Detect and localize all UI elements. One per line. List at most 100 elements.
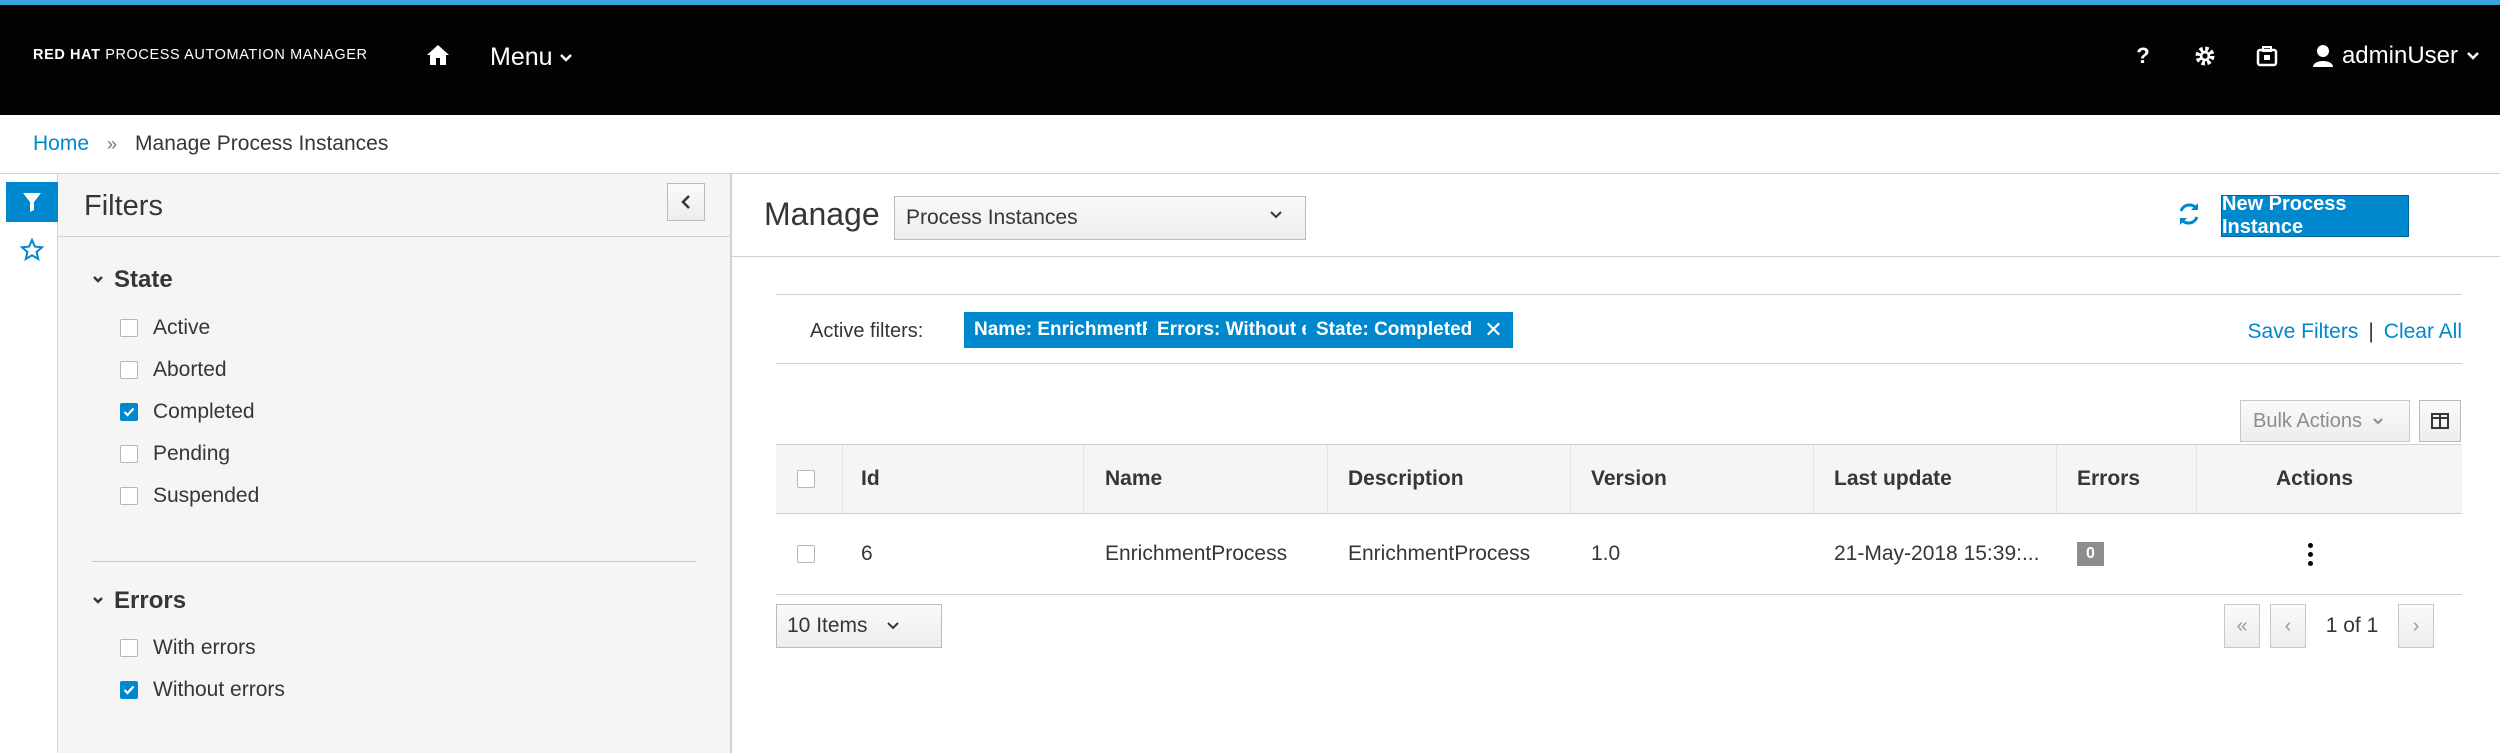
user-menu[interactable]: adminUser: [2312, 42, 2480, 70]
next-page-icon[interactable]: ›: [2398, 604, 2434, 648]
checkbox[interactable]: [120, 361, 138, 379]
columns-icon: [2431, 413, 2449, 429]
filter-icon: [23, 193, 41, 212]
column-header-version[interactable]: Version: [1591, 445, 1667, 513]
breadcrumb-separator: »: [107, 133, 118, 154]
chevron-down-icon: [2373, 418, 2383, 425]
checkbox-checked[interactable]: [120, 403, 138, 421]
bulk-actions-label: Bulk Actions: [2253, 409, 2362, 432]
divider: [732, 256, 2500, 257]
divider: [58, 236, 730, 237]
filter-group-state-toggle[interactable]: State: [92, 266, 173, 294]
checkbox[interactable]: [120, 319, 138, 337]
row-actions-kebab-icon[interactable]: [2308, 514, 2313, 594]
column-picker-button[interactable]: [2419, 400, 2461, 442]
process-instances-table: Id Name Description Version Last update …: [776, 444, 2462, 595]
link-separator: |: [2368, 320, 2374, 343]
items-per-page-select[interactable]: 10 Items: [776, 604, 942, 648]
checkbox-checked[interactable]: [120, 681, 138, 699]
errors-badge: 0: [2077, 542, 2104, 566]
task-inbox-icon[interactable]: [2252, 41, 2282, 71]
help-icon[interactable]: ?: [2128, 41, 2158, 71]
checkbox[interactable]: [120, 445, 138, 463]
page-title: Manage: [764, 196, 880, 232]
checkbox[interactable]: [120, 487, 138, 505]
chevron-down-icon: [93, 597, 103, 604]
column-header-description[interactable]: Description: [1348, 445, 1464, 513]
chevron-down-icon: [1270, 211, 1282, 219]
table-row[interactable]: 6 EnrichmentProcess EnrichmentProcess 1.…: [776, 514, 2462, 595]
filter-option-label: With errors: [153, 636, 256, 659]
view-select-value: Process Instances: [906, 206, 1078, 229]
filter-group-errors-toggle[interactable]: Errors: [92, 587, 186, 615]
select-all-checkbox[interactable]: [797, 445, 815, 513]
chevron-down-icon: [559, 53, 572, 62]
items-per-page-value: 10 Items: [787, 614, 868, 637]
chevron-down-icon: [886, 622, 899, 630]
bulk-actions-dropdown[interactable]: Bulk Actions: [2240, 400, 2410, 442]
filter-option-label: Active: [153, 316, 211, 339]
gear-icon[interactable]: [2190, 41, 2220, 71]
star-icon: [20, 238, 44, 262]
column-header-id[interactable]: Id: [861, 445, 880, 513]
filter-option-active[interactable]: Active: [120, 316, 210, 340]
pagination: « ‹ 1 of 1 ›: [2224, 604, 2434, 648]
breadcrumb-current: Manage Process Instances: [135, 132, 389, 155]
active-filters-bar: Active filters: Name: EnrichmentProcess …: [776, 294, 2462, 364]
top-navbar: RED HAT PROCESS AUTOMATION MANAGER Menu …: [0, 0, 2500, 115]
clear-all-link[interactable]: Clear All: [2384, 320, 2462, 344]
filter-option-aborted[interactable]: Aborted: [120, 358, 227, 382]
filter-option-with-errors[interactable]: With errors: [120, 636, 256, 660]
chevron-down-icon: [2467, 52, 2479, 60]
filter-option-label: Aborted: [153, 358, 227, 381]
column-header-name[interactable]: Name: [1105, 445, 1162, 513]
view-select[interactable]: Process Instances: [894, 196, 1306, 240]
filter-option-completed[interactable]: Completed: [120, 400, 255, 424]
menu-dropdown[interactable]: Menu: [490, 43, 573, 72]
main-content: Manage Process Instances New Process Ins…: [732, 174, 2500, 753]
table-header: Id Name Description Version Last update …: [776, 444, 2462, 514]
filter-group-label: Errors: [114, 587, 187, 614]
column-header-last-update[interactable]: Last update: [1834, 445, 1952, 513]
breadcrumb: Home » Manage Process Instances: [0, 115, 2500, 174]
filter-option-label: Pending: [153, 442, 231, 465]
filter-option-suspended[interactable]: Suspended: [120, 484, 259, 508]
check-icon: [123, 407, 135, 417]
first-page-icon[interactable]: «: [2224, 604, 2260, 648]
checkbox[interactable]: [120, 639, 138, 657]
prev-page-icon[interactable]: ‹: [2270, 604, 2306, 648]
brand-logo[interactable]: RED HAT PROCESS AUTOMATION MANAGER: [33, 47, 368, 63]
cell-version: 1.0: [1591, 542, 1621, 565]
cell-id: 6: [861, 542, 873, 565]
home-icon[interactable]: [425, 43, 453, 71]
user-name: adminUser: [2341, 42, 2458, 69]
filter-option-without-errors[interactable]: Without errors: [120, 678, 285, 702]
collapse-filters-button[interactable]: [667, 183, 705, 221]
chevron-down-icon: [93, 276, 103, 283]
user-icon: [2312, 45, 2333, 67]
breadcrumb-home-link[interactable]: Home: [33, 132, 89, 156]
column-header-errors[interactable]: Errors: [2077, 445, 2140, 513]
chevron-left-icon: [681, 195, 690, 209]
cell-name: EnrichmentProcess: [1105, 542, 1288, 565]
filter-option-label: Without errors: [153, 678, 285, 701]
tab-saved-filters[interactable]: [6, 230, 58, 270]
divider: [92, 561, 696, 562]
menu-label: Menu: [490, 43, 553, 71]
filters-panel: Filters State Active Aborted Completed P…: [58, 174, 732, 753]
filter-chip-label: State: Completed: [1316, 319, 1473, 340]
tab-filters[interactable]: [6, 182, 58, 222]
filter-option-pending[interactable]: Pending: [120, 442, 230, 466]
save-filters-link[interactable]: Save Filters: [2247, 320, 2358, 344]
filter-option-label: Completed: [153, 400, 255, 423]
filter-chip: State: Completed ✕: [1306, 312, 1513, 348]
row-checkbox[interactable]: [797, 514, 815, 594]
side-tab-strip: [0, 174, 58, 753]
refresh-icon[interactable]: [2175, 200, 2203, 233]
filter-group-label: State: [114, 266, 173, 293]
page-status: 1 of 1: [2325, 614, 2379, 637]
close-icon[interactable]: ✕: [1484, 317, 1502, 343]
filter-option-label: Suspended: [153, 484, 260, 507]
new-process-instance-button[interactable]: New Process Instance: [2221, 193, 2409, 238]
cell-last-update: 21-May-2018 15:39:...: [1834, 542, 2040, 565]
